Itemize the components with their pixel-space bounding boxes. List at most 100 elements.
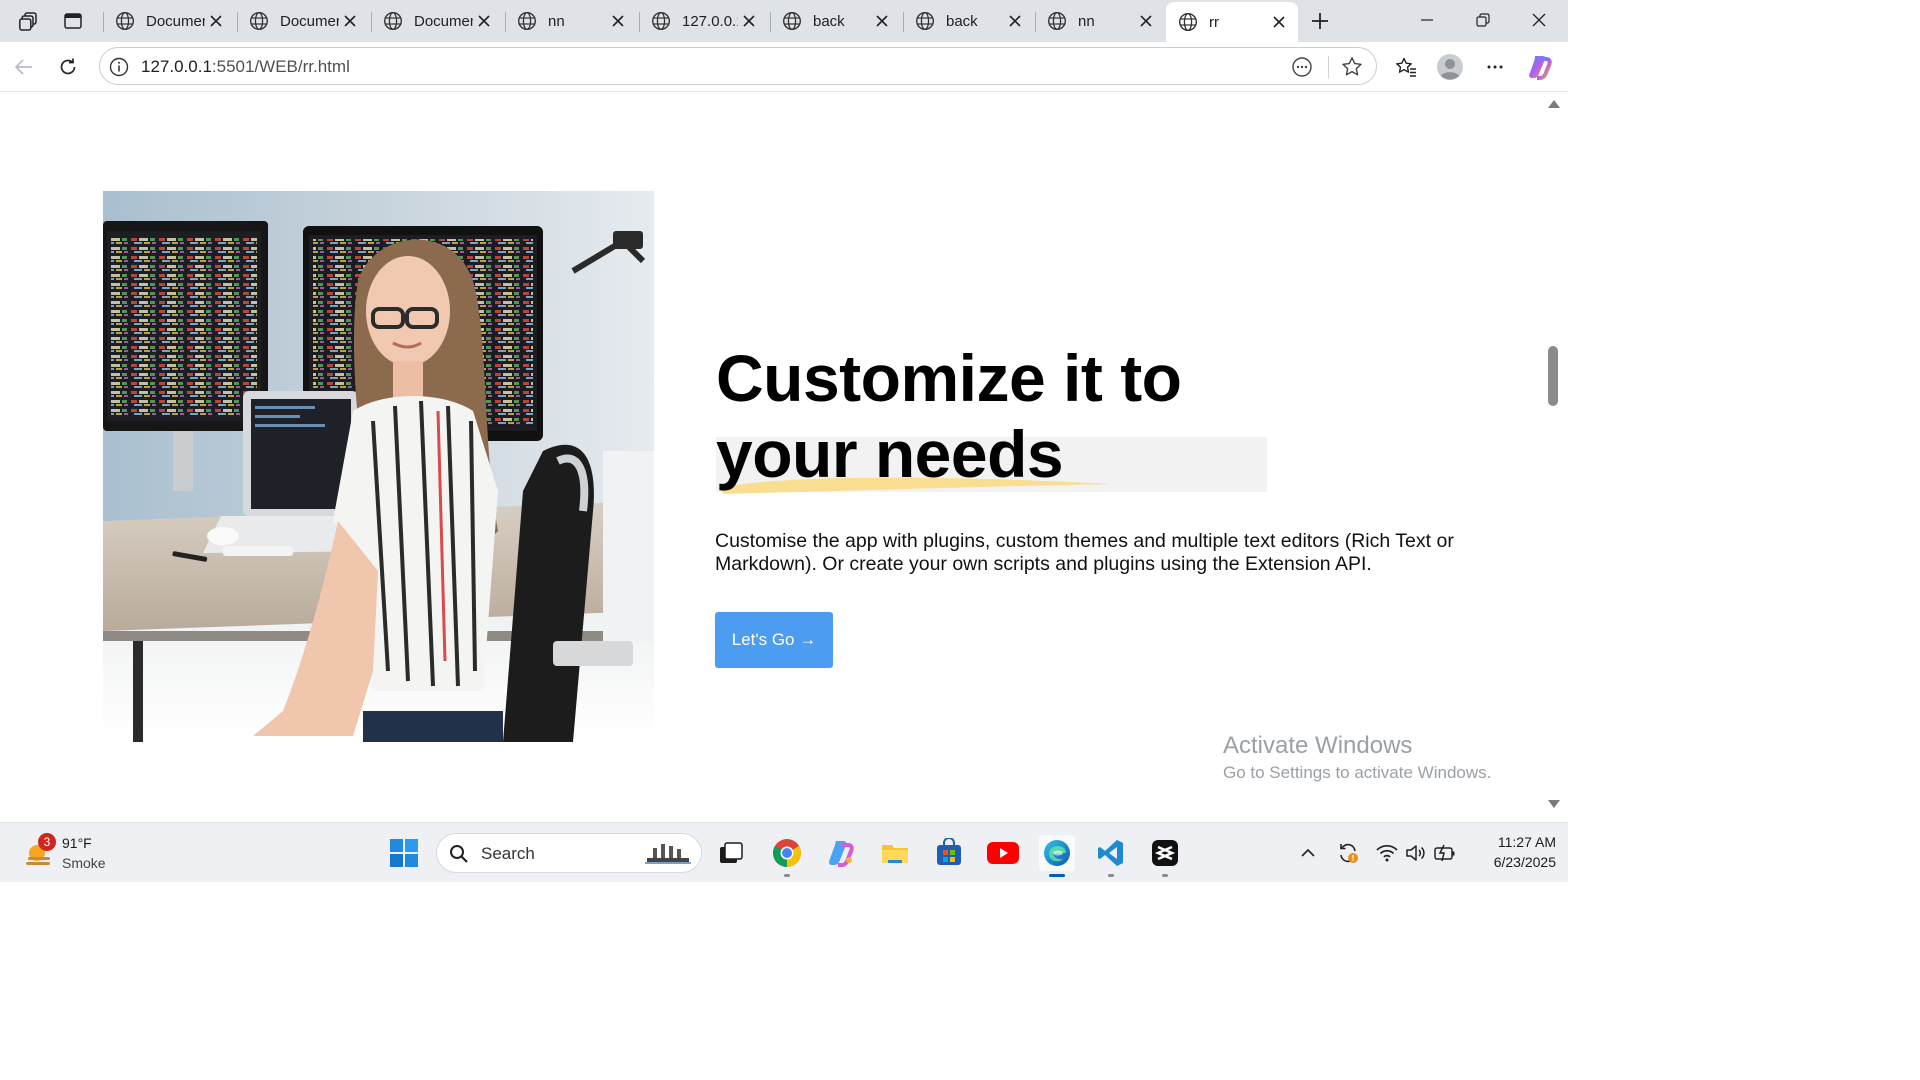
info-icon[interactable] (108, 56, 130, 78)
watermark-subtitle: Go to Settings to activate Windows. (1223, 763, 1492, 782)
taskbar-vscode[interactable] (1093, 835, 1129, 877)
watermark-title: Activate Windows (1223, 732, 1413, 759)
taskbar-chrome[interactable] (769, 835, 805, 877)
running-indicator (1108, 874, 1114, 877)
youtube-icon (987, 842, 1019, 864)
favorites-button[interactable] (1390, 51, 1422, 83)
avatar (1437, 54, 1463, 80)
capcut-icon (1152, 840, 1178, 866)
close-icon[interactable] (738, 10, 760, 32)
page-viewport: Customize it to your needs Customise the… (5, 92, 1545, 820)
tab-title: back (813, 12, 845, 30)
wifi-status[interactable] (1374, 839, 1400, 867)
profile-button[interactable] (1434, 51, 1466, 83)
taskbar-copilot[interactable] (823, 835, 859, 871)
chrome-icon (773, 839, 801, 867)
scrollbar-thumb[interactable] (1548, 346, 1558, 406)
start-button[interactable] (386, 835, 422, 871)
more-menu-button[interactable] (1479, 51, 1511, 83)
edge-icon (1044, 840, 1070, 866)
address-bar[interactable]: 127.0.0.1:5501/WEB/rr.html (99, 47, 1377, 85)
sync-status[interactable] (1335, 839, 1361, 867)
close-icon[interactable] (205, 10, 227, 32)
url-host: 127.0.0.1 (141, 57, 212, 76)
tab-document-3[interactable]: Document (371, 3, 503, 39)
minimize-icon (1421, 19, 1433, 21)
close-icon[interactable] (1135, 10, 1157, 32)
globe-icon (651, 11, 671, 31)
globe-icon (517, 11, 537, 31)
refresh-button[interactable] (52, 51, 84, 83)
system-clock[interactable]: 11:27 AM 6/23/2025 (1466, 832, 1556, 872)
minimize-button[interactable] (1399, 0, 1455, 40)
tab-title: Document (280, 12, 339, 30)
refresh-icon (60, 58, 76, 75)
page-headline: Customize it to your needs (716, 340, 1336, 492)
arrow-left-icon (14, 59, 32, 75)
tab-separator (903, 12, 904, 32)
volume-control[interactable] (1403, 839, 1429, 867)
globe-icon (115, 11, 135, 31)
folder-icon (882, 845, 908, 863)
close-icon[interactable] (607, 10, 629, 32)
restore-button[interactable] (1455, 0, 1511, 40)
tab-title: back (946, 12, 978, 30)
wifi-icon (1376, 844, 1398, 862)
tab-document-2[interactable]: Document (237, 3, 369, 39)
reader-mode-icon[interactable] (1290, 55, 1314, 79)
taskbar-search-box[interactable]: Search (436, 833, 702, 873)
activate-windows-watermark: Activate Windows Go to Settings to activ… (1223, 732, 1491, 786)
search-placeholder: Search (481, 844, 535, 863)
url-text[interactable]: 127.0.0.1:5501/WEB/rr.html (141, 57, 350, 77)
taskbar-youtube[interactable] (985, 835, 1021, 871)
taskbar-edge[interactable] (1039, 835, 1075, 877)
show-hidden-icons-button[interactable] (1295, 839, 1321, 867)
weather-widget[interactable]: 3 91°F Smoke (22, 831, 132, 875)
tab-separator (1035, 12, 1036, 32)
tab-title: 127.0.0.1 (682, 12, 738, 30)
tab-localhost[interactable]: 127.0.0.1 (639, 3, 768, 39)
scroll-up-arrow-icon[interactable] (1548, 100, 1560, 108)
tab-back-2[interactable]: back (903, 3, 1034, 39)
workspaces-icon[interactable] (14, 7, 44, 35)
running-indicator (784, 874, 790, 877)
weather-condition: Smoke (62, 855, 106, 871)
store-icon (937, 838, 961, 865)
taskbar-task-view[interactable] (713, 835, 749, 871)
notification-badge: 3 (38, 833, 56, 851)
windows-taskbar: 3 91°F Smoke Search 11:27 AM 6/23/2025 (0, 822, 1568, 882)
close-icon (1532, 13, 1546, 27)
windows-logo-icon (390, 839, 418, 867)
close-icon[interactable] (1004, 10, 1026, 32)
tab-nn-1[interactable]: nn (505, 3, 637, 39)
vertical-tabs-icon[interactable] (58, 7, 88, 35)
copilot-button[interactable] (1524, 51, 1556, 83)
browser-toolbar: 127.0.0.1:5501/WEB/rr.html (0, 42, 1568, 92)
back-button[interactable] (8, 51, 40, 83)
favorites-icon (1396, 57, 1416, 77)
clock-date: 6/23/2025 (1493, 854, 1556, 870)
new-tab-button[interactable] (1305, 7, 1335, 35)
taskbar-microsoft-store[interactable] (931, 835, 967, 871)
tab-document-1[interactable]: Document (103, 3, 235, 39)
globe-icon (383, 11, 403, 31)
favorite-star-icon[interactable] (1340, 55, 1364, 79)
tab-separator (505, 12, 506, 32)
close-window-button[interactable] (1511, 0, 1567, 40)
close-icon[interactable] (871, 10, 893, 32)
tab-separator (237, 12, 238, 32)
globe-icon (1178, 12, 1198, 32)
close-icon[interactable] (473, 10, 495, 32)
chevron-up-icon (1301, 848, 1315, 857)
tab-back-1[interactable]: back (770, 3, 901, 39)
close-icon[interactable] (1268, 11, 1290, 33)
battery-status[interactable] (1432, 839, 1458, 867)
page-scrollbar[interactable] (1545, 92, 1563, 820)
lets-go-button[interactable]: Let's Go → (715, 612, 833, 668)
taskbar-capcut[interactable] (1147, 835, 1183, 877)
taskbar-file-explorer[interactable] (877, 835, 913, 871)
scroll-down-arrow-icon[interactable] (1548, 800, 1560, 808)
tab-rr-active[interactable]: rr (1166, 2, 1298, 42)
tab-nn-2[interactable]: nn (1035, 3, 1165, 39)
close-icon[interactable] (339, 10, 361, 32)
